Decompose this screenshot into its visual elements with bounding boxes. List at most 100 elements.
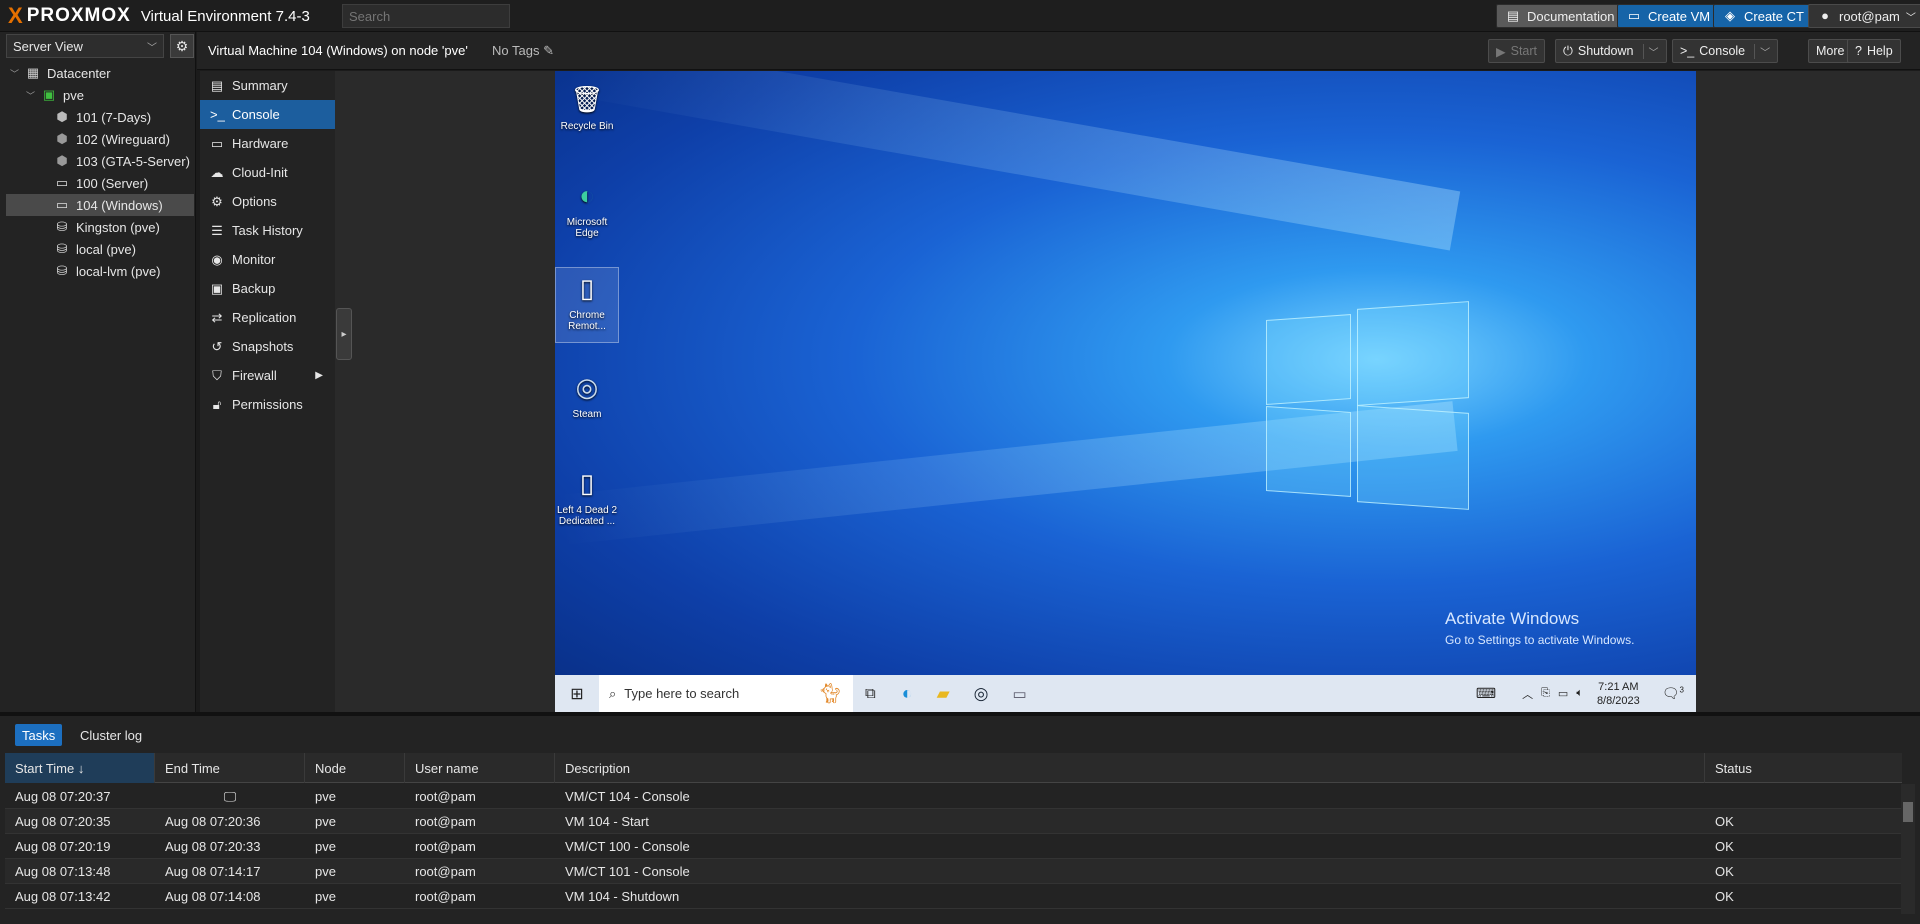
column-end-time[interactable]: End Time (155, 753, 305, 783)
display-icon[interactable]: ▭ (1558, 687, 1568, 700)
tree-node-ct-101[interactable]: ⬢ 101 (7-Days) (0, 106, 196, 128)
network-icon[interactable]: ⎘ (1541, 687, 1550, 700)
vm-title: Virtual Machine 104 (Windows) on node 'p… (208, 43, 468, 58)
table-row[interactable]: Aug 08 07:13:48 Aug 08 07:14:17 pve root… (5, 859, 1902, 884)
storage-icon: ⛁ (56, 263, 68, 278)
tags-edit[interactable]: No Tags ✎ (492, 43, 554, 59)
menu-item-monitor[interactable]: ◉ Monitor (200, 245, 335, 274)
menu-item-task-history[interactable]: ☰ Task History (200, 216, 335, 245)
steam-icon: ◎ (575, 371, 599, 402)
menu-item-firewall[interactable]: ⛉ Firewall ▶ (200, 361, 335, 390)
cell-end-time: 🖵︎ (155, 784, 305, 809)
activate-windows-subtitle: Go to Settings to activate Windows. (1445, 633, 1635, 647)
menu-item-label: Cloud-Init (232, 165, 288, 180)
shutdown-button[interactable]: ⏻ Shutdown ﹀ (1555, 39, 1667, 63)
console-button[interactable]: >_ Console ﹀ (1672, 39, 1779, 63)
version-label: Virtual Environment 7.4-3 (140, 7, 310, 25)
system-tray: ⌨ ︿ ⎘ ▭ 🔈︎ 7:21 AM 8/8/2023 🗨︎3 (1476, 675, 1696, 712)
cell-user: root@pam (415, 864, 476, 879)
user-menu-button[interactable]: ● root@pam ﹀ (1808, 4, 1920, 28)
menu-item-permissions[interactable]: 🔓︎ Permissions (200, 390, 335, 419)
tree-node-pve[interactable]: ﹀ ▣ pve (0, 84, 196, 106)
desktop-icon-edge[interactable]: ◐ Microsoft Edge (555, 175, 619, 240)
chevron-right-icon: ▸ (341, 328, 347, 340)
tree-node-vm-104[interactable]: ▭ 104 (Windows) (6, 194, 194, 216)
start-label: Start (1510, 44, 1538, 58)
taskbar-search-box[interactable]: ⌕ Type here to search 🐈︎ (599, 675, 853, 712)
vm-menu: ▤ Summary >_ Console ▭ Hardware ☁ Cloud-Init… (200, 71, 335, 712)
menu-item-backup[interactable]: ▣ Backup (200, 274, 335, 303)
server-view-select[interactable]: Server View ﹀ (6, 34, 164, 58)
notifications-icon[interactable]: 🗨︎3 (1662, 685, 1684, 702)
search-input[interactable] (342, 4, 510, 28)
table-row[interactable]: Aug 08 07:20:37 🖵︎ pve root@pam VM/CT 10… (5, 784, 1902, 809)
cell-node: pve (315, 814, 336, 829)
menu-item-label: Hardware (232, 136, 289, 151)
steam-taskbar-icon[interactable]: ◎ (974, 684, 989, 704)
taskbar-clock[interactable]: 7:21 AM 8/8/2023 (1597, 680, 1640, 708)
menu-item-label: Summary (232, 78, 288, 93)
menu-item-summary[interactable]: ▤ Summary (200, 71, 335, 100)
pencil-icon: ✎ (543, 43, 554, 58)
volume-muted-icon[interactable]: 🔈︎ (1576, 687, 1583, 700)
task-view-icon[interactable]: ⧉ (865, 685, 876, 702)
terminal-icon: >_ (210, 106, 225, 122)
chevron-up-icon[interactable]: ︿ (1522, 686, 1533, 702)
menu-item-snapshots[interactable]: ↺ Snapshots (200, 332, 335, 361)
remote-desktop-icon[interactable]: ▭ (1013, 685, 1027, 703)
cloud-icon: ☁ (210, 164, 224, 180)
desktop-icon-steam[interactable]: ◎ Steam (555, 367, 619, 421)
menu-item-console[interactable]: >_ Console (200, 100, 335, 129)
vm-console-screen[interactable]: 🗑︎ Recycle Bin ◐ Microsoft Edge ▯ Chrome… (555, 71, 1696, 712)
desktop-icon-chrome-remote[interactable]: ▯ Chrome Remot... (555, 267, 619, 343)
chevron-down-icon[interactable]: ﹀ (1754, 43, 1770, 59)
cell-user: root@pam (415, 814, 476, 829)
cell-end-time: Aug 08 07:20:36 (165, 814, 261, 829)
table-row[interactable]: Aug 08 07:20:19 Aug 08 07:20:33 pve root… (5, 834, 1902, 859)
chevron-down-icon[interactable]: ﹀ (1642, 43, 1659, 59)
tree-node-storage-local[interactable]: ⛁ local (pve) (0, 238, 196, 260)
column-start-time[interactable]: Start Time ↓ (5, 753, 155, 783)
cell-end-time: Aug 08 07:14:08 (165, 889, 261, 904)
tree-node-ct-102[interactable]: ⬢ 102 (Wireguard) (0, 128, 196, 150)
menu-item-replication[interactable]: ⇄ Replication (200, 303, 335, 332)
help-button[interactable]: ? Help (1847, 39, 1901, 63)
tree-settings-button[interactable]: ⚙ (170, 34, 194, 58)
recycle-bin-icon: 🗑︎ (570, 83, 604, 114)
tab-tasks[interactable]: Tasks (15, 724, 63, 746)
tasks-panel: Tasks Cluster log Start Time ↓ End Time … (0, 716, 1920, 924)
desktop-icon-left4dead[interactable]: ▯ Left 4 Dead 2 Dedicated ... (555, 463, 619, 528)
menu-item-cloud-init[interactable]: ☁ Cloud-Init (200, 158, 335, 187)
collapse-menu-handle[interactable]: ▸ (336, 308, 352, 360)
documentation-button[interactable]: ▤ Documentation (1496, 4, 1624, 28)
keyboard-icon[interactable]: ⌨ (1476, 685, 1496, 702)
tree-node-ct-103[interactable]: ⬢ 103 (GTA-5-Server) (0, 150, 196, 172)
start-button[interactable]: ▶ Start (1488, 39, 1546, 63)
tree-node-datacenter[interactable]: ﹀ ▦ Datacenter (0, 62, 196, 84)
file-explorer-icon[interactable]: ▰ (937, 684, 950, 704)
tab-cluster-log[interactable]: Cluster log (73, 724, 149, 746)
menu-item-label: Permissions (232, 397, 303, 412)
tree-node-vm-100[interactable]: ▭ 100 (Server) (0, 172, 196, 194)
edge-taskbar-icon[interactable]: ◐ (902, 683, 913, 704)
tree-node-label: 104 (Windows) (76, 197, 163, 213)
column-status[interactable]: Status (1705, 753, 1902, 783)
user-icon: ● (1821, 8, 1829, 23)
windows-start-button[interactable]: ⊞ (555, 675, 599, 712)
windows-logo-icon: ⊞ (570, 685, 584, 703)
create-vm-button[interactable]: ▭ Create VM (1617, 4, 1720, 28)
tree-node-storage-local-lvm[interactable]: ⛁ local-lvm (pve) (0, 260, 196, 282)
tasks-scrollbar-thumb[interactable] (1903, 802, 1913, 822)
column-user-name[interactable]: User name (405, 753, 555, 783)
menu-item-options[interactable]: ⚙ Options (200, 187, 335, 216)
create-ct-button[interactable]: ◈ Create CT (1713, 4, 1813, 28)
desktop-icon-recycle-bin[interactable]: 🗑︎ Recycle Bin (555, 79, 619, 133)
proxmox-logo[interactable]: X PROXMOX Virtual Environment 7.4-3 (8, 4, 310, 28)
tasks-table-header: Start Time ↓ End Time Node User name Des… (5, 753, 1902, 783)
menu-item-hardware[interactable]: ▭ Hardware (200, 129, 335, 158)
column-description[interactable]: Description (555, 753, 1705, 783)
column-node[interactable]: Node (305, 753, 405, 783)
tree-node-storage-kingston[interactable]: ⛁ Kingston (pve) (0, 216, 196, 238)
table-row[interactable]: Aug 08 07:13:42 Aug 08 07:14:08 pve root… (5, 884, 1902, 909)
table-row[interactable]: Aug 08 07:20:35 Aug 08 07:20:36 pve root… (5, 809, 1902, 834)
